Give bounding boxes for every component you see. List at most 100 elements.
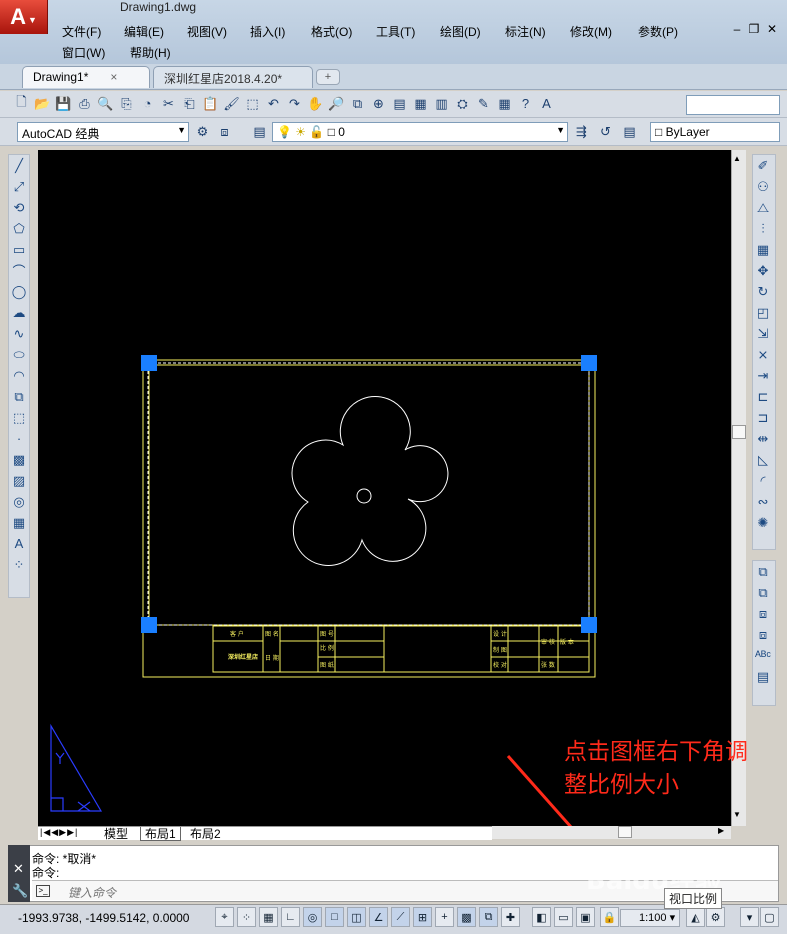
scroll-down-icon[interactable]: ▼ [733, 810, 741, 819]
clean-screen-icon[interactable]: ▾ [740, 907, 759, 927]
region-icon[interactable]: ◎ [9, 491, 29, 512]
menu-file[interactable]: 文件(F) [62, 23, 101, 40]
join-icon[interactable]: ⇹ [753, 428, 773, 449]
selection-cycling-icon[interactable]: ✚ [501, 907, 520, 927]
send-under-icon[interactable]: ⧈ [753, 624, 773, 645]
horizontal-scrollbar[interactable]: ▶ [492, 826, 731, 839]
break-at-point-icon[interactable]: ⊏ [753, 386, 773, 407]
help-icon[interactable]: ? [516, 94, 535, 113]
copy-object-icon[interactable]: ⚇ [753, 176, 773, 197]
trim-icon[interactable]: ⨯ [753, 344, 773, 365]
publish-icon[interactable]: ⎘ [117, 94, 136, 113]
spline-icon[interactable]: ∿ [9, 323, 29, 344]
ellipse-icon[interactable]: ⬭ [9, 344, 29, 365]
markup-icon[interactable]: ✎ [474, 94, 493, 113]
fullscreen-icon[interactable]: ▢ [760, 907, 779, 927]
app-menu-button[interactable]: A ▼ [0, 0, 48, 34]
layer-previous-icon[interactable]: ↺ [596, 122, 615, 141]
redo-icon[interactable]: ↷ [285, 94, 304, 113]
menu-insert[interactable]: 插入(I) [250, 23, 285, 40]
tab-drawing1[interactable]: Drawing1* × [22, 66, 150, 88]
ortho-mode-icon[interactable]: ∟ [281, 907, 300, 927]
undo-icon[interactable]: ↶ [264, 94, 283, 113]
menu-draw[interactable]: 绘图(D) [440, 23, 481, 40]
search-field[interactable] [686, 95, 780, 115]
tab-close-icon[interactable]: × [110, 70, 117, 84]
explode-icon[interactable]: ✺ [753, 512, 773, 533]
tool-palettes-icon[interactable]: ▥ [432, 94, 451, 113]
dynamic-input-icon[interactable]: ⊞ [413, 907, 432, 927]
point-icon[interactable]: · [9, 428, 29, 449]
blend-icon[interactable]: ∾ [753, 491, 773, 512]
sheet-set-icon[interactable]: ⛭ [453, 94, 472, 113]
polygon-icon[interactable]: ⬠ [9, 218, 29, 239]
zoom-realtime-icon[interactable]: 🔎 [327, 94, 346, 113]
menu-window[interactable]: 窗口(W) [62, 44, 105, 61]
menu-parametric[interactable]: 参数(P) [638, 23, 678, 40]
lineweight-icon[interactable]: + [435, 907, 454, 927]
block-editor-icon[interactable]: ⬚ [243, 94, 262, 113]
object-snap-icon[interactable]: □ [325, 907, 344, 927]
save-icon[interactable]: 💾 [54, 94, 73, 113]
break-icon[interactable]: ⊐ [753, 407, 773, 428]
fillet-icon[interactable]: ◜ [753, 470, 773, 491]
viewport-scale-select[interactable]: 1:100 ▾ [620, 909, 680, 927]
gradient-icon[interactable]: ▨ [9, 470, 29, 491]
cut-icon[interactable]: ✂ [159, 94, 178, 113]
table-icon[interactable]: ▦ [9, 512, 29, 533]
design-center-icon[interactable]: ▦ [411, 94, 430, 113]
new-icon[interactable]: 🗋 [12, 94, 31, 113]
dynamic-ucs-icon[interactable]: ⟋ [391, 907, 410, 927]
mirror-icon[interactable]: ⧍ [753, 197, 773, 218]
menu-dimension[interactable]: 标注(N) [505, 23, 546, 40]
plot-icon[interactable]: ⎙ [75, 94, 94, 113]
bring-to-front-icon[interactable]: ⧉ [753, 561, 773, 582]
menu-format[interactable]: 格式(O) [311, 23, 352, 40]
restore-button[interactable]: ❐ [747, 22, 761, 36]
extend-icon[interactable]: ⇥ [753, 365, 773, 386]
hscroll-thumb[interactable] [618, 826, 632, 838]
scale-icon[interactable]: ◰ [753, 302, 773, 323]
text-front-icon[interactable]: ᴬᴮᶜ [753, 645, 773, 666]
zoom-window-icon[interactable]: ⧉ [348, 94, 367, 113]
properties-icon[interactable]: ▤ [390, 94, 409, 113]
insert-block-icon[interactable]: ⧉ [9, 386, 29, 407]
lock-icon[interactable]: 🔒 [600, 907, 619, 927]
polar-tracking-icon[interactable]: ◎ [303, 907, 322, 927]
tab-layout2[interactable]: 布局2 [186, 827, 225, 841]
workspace-switch-icon[interactable]: ⚙ [706, 907, 725, 927]
polyline-icon[interactable]: ⟲ [9, 197, 29, 218]
arc-icon[interactable]: ⌒ [9, 260, 29, 281]
3d-print-icon[interactable]: ◔ [138, 94, 157, 113]
rotate-icon[interactable]: ↻ [753, 281, 773, 302]
3d-osnap-icon[interactable]: ◫ [347, 907, 366, 927]
chamfer-icon[interactable]: ◺ [753, 449, 773, 470]
otrack-icon[interactable]: ∠ [369, 907, 388, 927]
hatch-icon[interactable]: ▩ [9, 449, 29, 470]
ellipse-arc-icon[interactable]: ◠ [9, 365, 29, 386]
close-icon[interactable]: ✕ [13, 861, 24, 877]
rectangle-icon[interactable]: ▭ [9, 239, 29, 260]
make-block-icon[interactable]: ⬚ [9, 407, 29, 428]
command-window-handle[interactable]: ✕ 🔧 [8, 845, 30, 902]
hatch-back-icon[interactable]: ▤ [753, 666, 773, 687]
send-to-back-icon[interactable]: ⧉ [753, 582, 773, 603]
line-icon[interactable]: ╱ [9, 155, 29, 176]
layout-nav-arrows-icon[interactable]: |◀◀▶▶| [40, 827, 78, 838]
scroll-up-icon[interactable]: ▲ [733, 154, 741, 163]
add-selected-icon[interactable]: ⁘ [9, 554, 29, 575]
close-button[interactable]: ✕ [765, 22, 779, 36]
multiline-text-icon[interactable]: A [9, 533, 29, 554]
tab-model[interactable]: 模型 [100, 827, 132, 841]
vertical-scrollbar[interactable]: ▲ ▼ [731, 150, 746, 826]
scroll-thumb[interactable] [732, 425, 746, 439]
scroll-right-icon[interactable]: ▶ [718, 826, 724, 835]
preview-icon[interactable]: 🔍 [96, 94, 115, 113]
array-icon[interactable]: ▦ [753, 239, 773, 260]
revision-cloud-icon[interactable]: ☁ [9, 302, 29, 323]
transparency-icon[interactable]: ▩ [457, 907, 476, 927]
annotation-visibility-icon[interactable]: ◭ [686, 907, 705, 927]
color-select[interactable]: □ ByLayer [650, 122, 780, 142]
prompt-icon[interactable]: >_ [36, 885, 50, 897]
infer-constraints-icon[interactable]: ⌖ [215, 907, 234, 927]
